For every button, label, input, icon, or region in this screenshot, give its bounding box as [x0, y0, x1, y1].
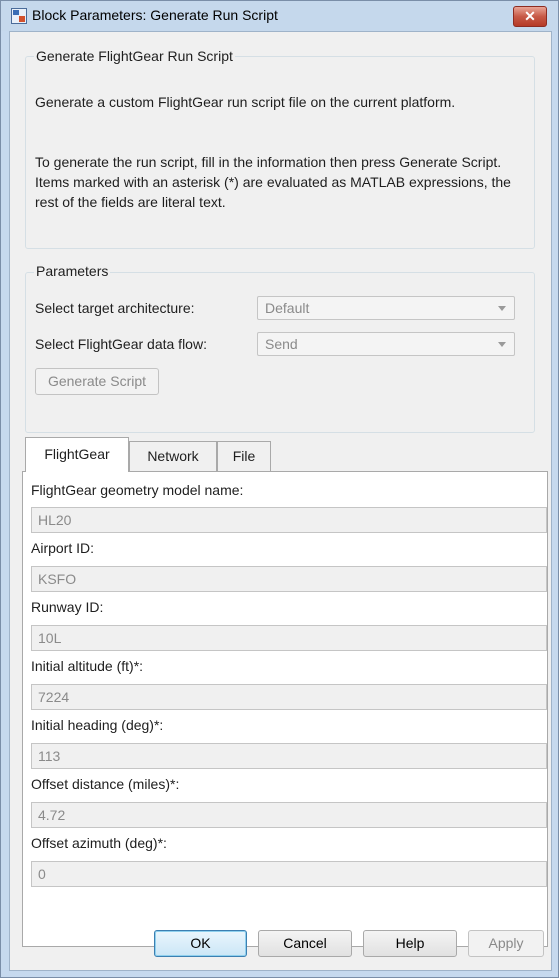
tab-flightgear[interactable]: FlightGear	[25, 437, 129, 472]
description-text-2: To generate the run script, fill in the …	[35, 154, 511, 210]
offset-distance-label: Offset distance (miles)*:	[31, 776, 180, 792]
chevron-down-icon	[498, 342, 506, 347]
simulink-block-icon	[11, 8, 27, 24]
geometry-model-field[interactable]	[31, 507, 547, 533]
apply-button[interactable]: Apply	[468, 930, 544, 957]
data-flow-label: Select FlightGear data flow:	[35, 336, 207, 352]
initial-altitude-label: Initial altitude (ft)*:	[31, 658, 144, 674]
data-flow-value: Send	[265, 336, 298, 352]
tab-network[interactable]: Network	[129, 441, 217, 471]
description-group-legend: Generate FlightGear Run Script	[34, 48, 235, 64]
window-title: Block Parameters: Generate Run Script	[32, 7, 278, 23]
generate-script-button[interactable]: Generate Script	[35, 368, 159, 395]
title-bar[interactable]: Block Parameters: Generate Run Script ✕	[1, 1, 558, 31]
dialog-window: Block Parameters: Generate Run Script ✕ …	[0, 0, 559, 978]
flightgear-tab-panel: FlightGear geometry model name: Airport …	[22, 471, 548, 947]
target-architecture-label: Select target architecture:	[35, 300, 195, 316]
chevron-down-icon	[498, 306, 506, 311]
airport-id-label: Airport ID:	[31, 540, 95, 556]
airport-id-field[interactable]	[31, 566, 547, 592]
initial-heading-label: Initial heading (deg)*:	[31, 717, 164, 733]
offset-distance-field[interactable]	[31, 802, 547, 828]
runway-id-field[interactable]	[31, 625, 547, 651]
description-text-1: Generate a custom FlightGear run script …	[35, 94, 456, 110]
ok-button[interactable]: OK	[154, 930, 247, 957]
runway-id-label: Runway ID:	[31, 599, 104, 615]
cancel-button[interactable]: Cancel	[258, 930, 352, 957]
offset-azimuth-field[interactable]	[31, 861, 547, 887]
offset-azimuth-label: Offset azimuth (deg)*:	[31, 835, 167, 851]
target-architecture-value: Default	[265, 300, 310, 316]
data-flow-dropdown[interactable]: Send	[257, 332, 515, 356]
parameters-group-legend: Parameters	[34, 263, 111, 279]
help-button[interactable]: Help	[363, 930, 457, 957]
initial-altitude-field[interactable]	[31, 684, 547, 710]
tab-file[interactable]: File	[217, 441, 271, 471]
dialog-client: Generate FlightGear Run Script Generate …	[9, 31, 552, 971]
close-button[interactable]: ✕	[513, 6, 547, 27]
initial-heading-field[interactable]	[31, 743, 547, 769]
target-architecture-dropdown[interactable]: Default	[257, 296, 515, 320]
geometry-model-label: FlightGear geometry model name:	[31, 482, 244, 498]
